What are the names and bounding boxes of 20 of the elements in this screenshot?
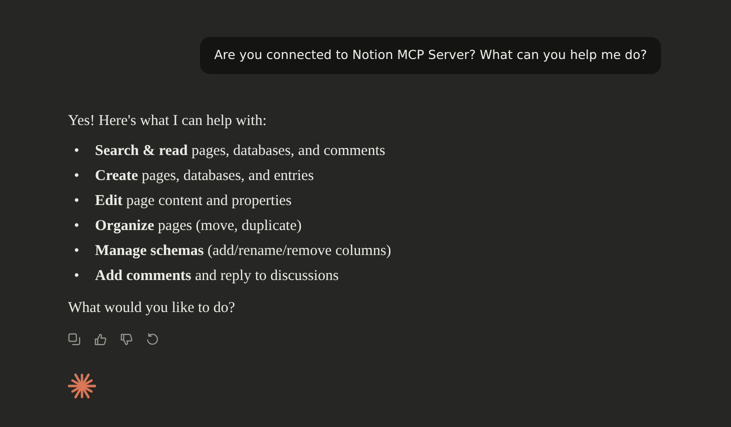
bullet-item: Create pages, databases, and entries [95,167,314,186]
bullet-marker: • [74,242,80,261]
copy-icon[interactable] [68,333,81,346]
bullet-marker: • [74,142,80,161]
bullet-marker: • [74,217,80,236]
thumbs-up-icon[interactable] [94,333,107,346]
reply-intro: Yes! Here's what I can help with: [68,112,268,131]
retry-icon[interactable] [146,333,159,346]
logo-icon [68,372,96,400]
bullet-item: Manage schemas (add/rename/remove columns) [95,242,392,261]
bullet-item: Add comments and reply to discussions [95,267,339,286]
bullet-item: Search & read pages, databases, and comments [95,142,386,161]
thumbs-down-icon[interactable] [120,333,133,346]
bullet-marker: • [74,267,80,286]
reply-closing: What would you like to do? [68,299,236,318]
bullet-item: Edit page content and properties [95,192,292,211]
bullet-marker: • [74,167,80,186]
bullet-item: Organize pages (move, duplicate) [95,217,302,236]
bullet-marker: • [74,192,80,211]
user-message: Are you connected to Notion MCP Server? What can you help me do? [200,37,661,74]
